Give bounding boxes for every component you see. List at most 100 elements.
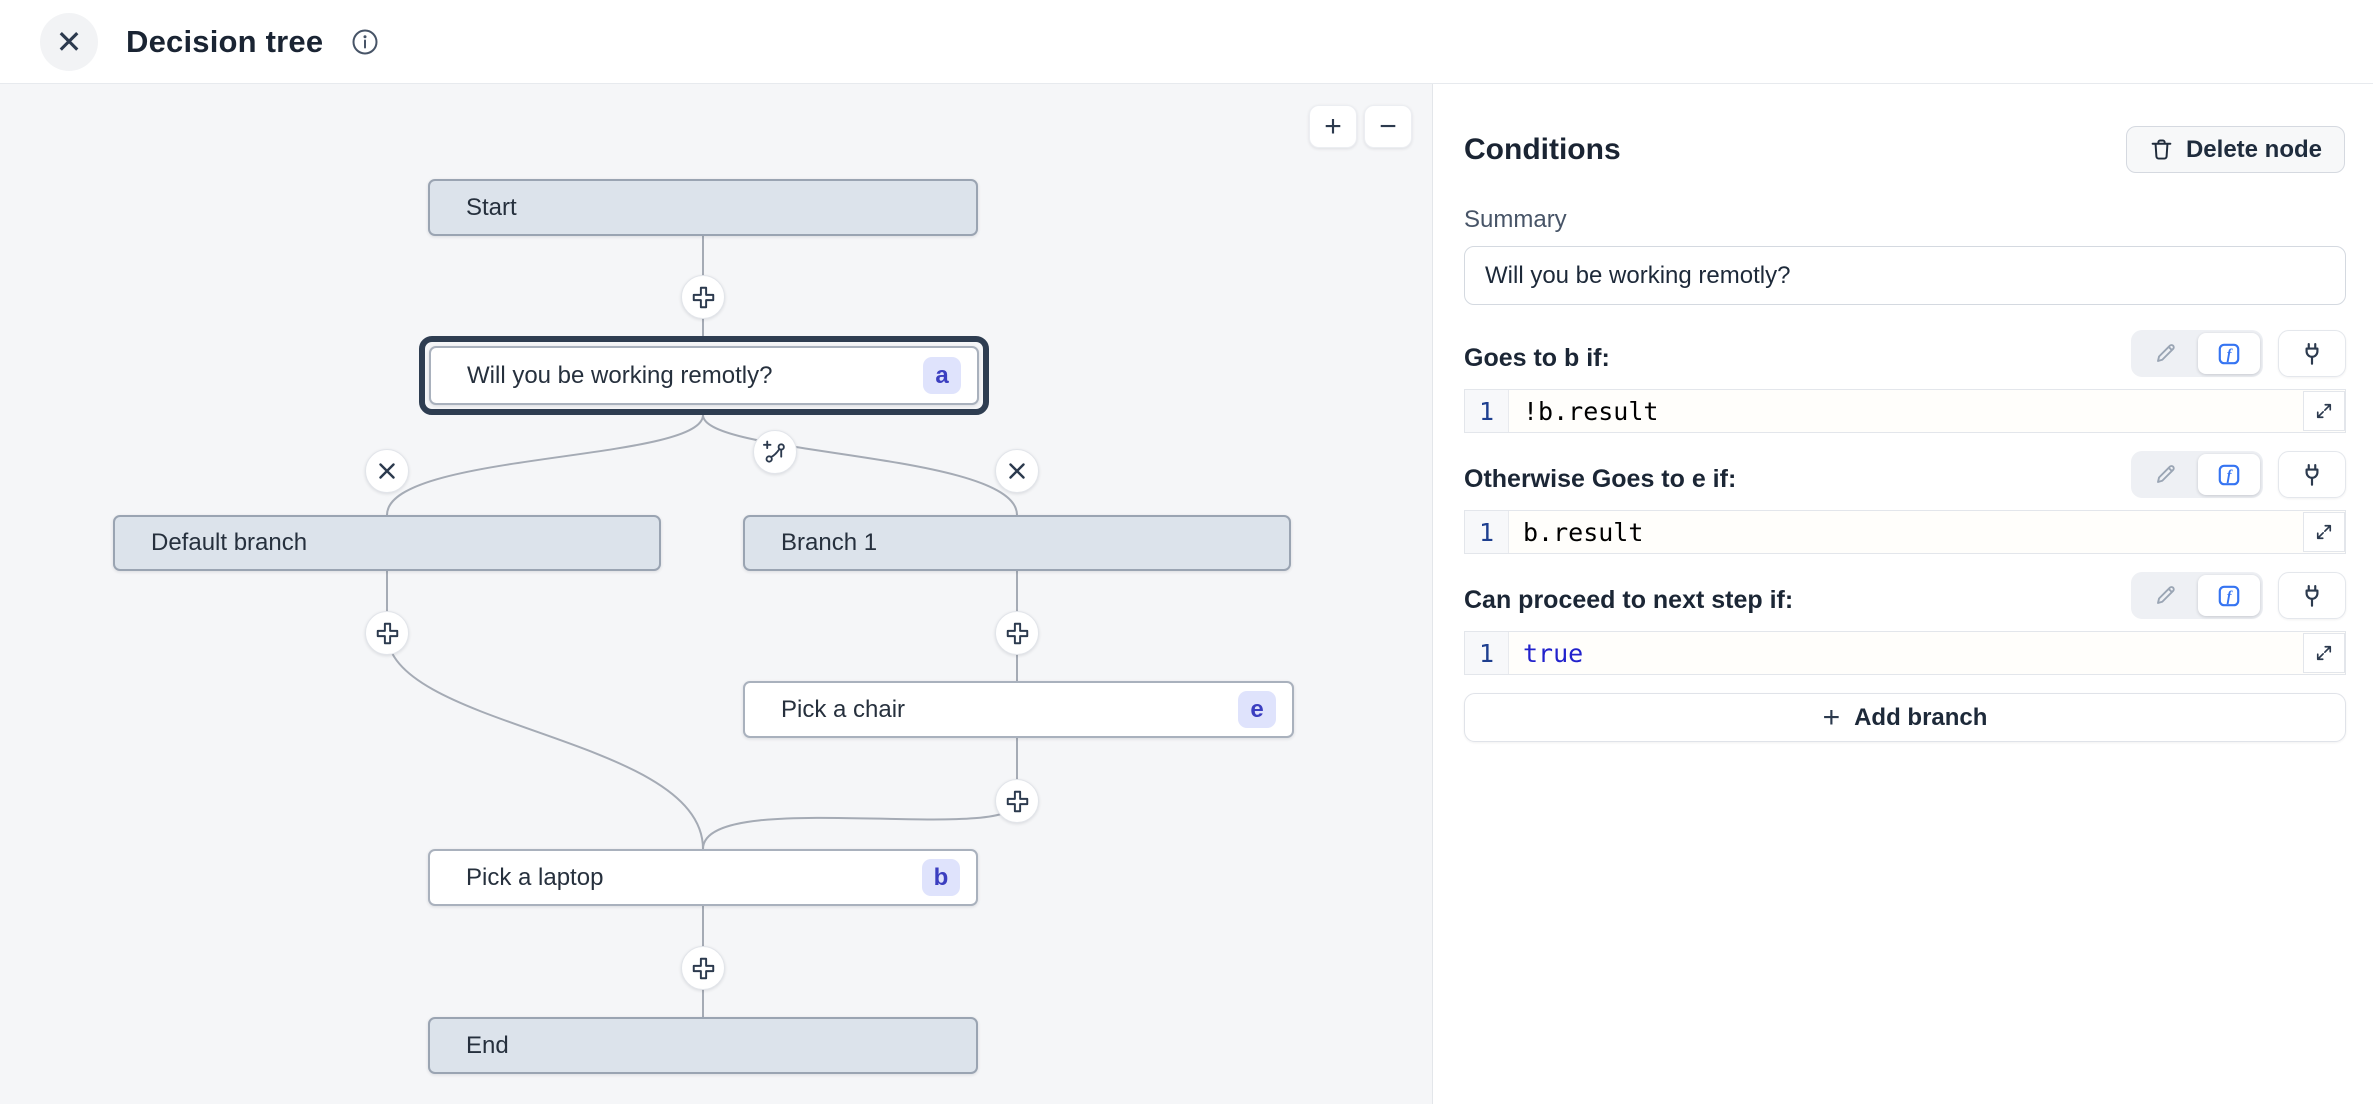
- node-pick-a-laptop[interactable]: Pick a laptop b: [428, 849, 978, 906]
- add-node-button[interactable]: [365, 611, 409, 655]
- node-label: End: [466, 1032, 960, 1060]
- trash-icon: [2149, 137, 2174, 162]
- code-text: true: [1523, 639, 1583, 668]
- add-branch-button[interactable]: + Add branch: [1464, 693, 2346, 742]
- editor-mode-toggle: f: [2131, 451, 2263, 498]
- node-badge: b: [922, 859, 960, 896]
- condition-label: Goes to b if:: [1464, 344, 1610, 377]
- plug-icon: [2299, 583, 2325, 609]
- condition-section-otherwise-goes-to-e: Otherwise Goes to e if: f: [1464, 451, 2346, 554]
- delete-node-label: Delete node: [2186, 136, 2322, 164]
- condition-label: Can proceed to next step if:: [1464, 586, 1793, 619]
- expand-editor-button[interactable]: [2303, 391, 2345, 431]
- add-node-button[interactable]: [995, 779, 1039, 823]
- insert-variable-button[interactable]: [2278, 330, 2346, 377]
- svg-text:f: f: [2227, 467, 2234, 483]
- node-label: Will you be working remotly?: [467, 362, 923, 390]
- edit-mode-button[interactable]: [2134, 333, 2196, 374]
- line-number: 1: [1465, 632, 1509, 674]
- insert-variable-button[interactable]: [2278, 451, 2346, 498]
- plus-outline-icon: [690, 955, 717, 982]
- expand-editor-button[interactable]: [2303, 633, 2345, 673]
- plus-outline-icon: [374, 620, 401, 647]
- decision-tree-canvas[interactable]: Start Will you be working remotly? a Def…: [0, 84, 1432, 1104]
- minus-icon: −: [1379, 110, 1397, 144]
- function-icon: f: [2216, 341, 2242, 367]
- condition-section-goes-to-b: Goes to b if: f: [1464, 330, 2346, 433]
- node-label: Branch 1: [781, 529, 1273, 557]
- delete-node-button[interactable]: Delete node: [2126, 126, 2345, 173]
- page-title: Decision tree: [126, 24, 323, 60]
- summary-input[interactable]: [1464, 246, 2346, 305]
- zoom-in-button[interactable]: +: [1309, 105, 1357, 148]
- delete-branch-right-button[interactable]: [995, 449, 1039, 493]
- delete-branch-left-button[interactable]: [365, 449, 409, 493]
- code-text: !b.result: [1523, 397, 1658, 426]
- plug-icon: [2299, 341, 2325, 367]
- add-node-button[interactable]: [995, 611, 1039, 655]
- node-default-branch[interactable]: Default branch: [113, 515, 661, 571]
- node-badge: e: [1238, 691, 1276, 728]
- summary-label: Summary: [1464, 206, 2345, 234]
- plus-outline-icon: [1004, 788, 1031, 815]
- close-icon: [377, 461, 397, 481]
- selected-node-ring: Will you be working remotly? a: [419, 336, 989, 415]
- node-label: Start: [466, 194, 960, 222]
- node-badge: a: [923, 357, 961, 394]
- close-button[interactable]: ✕: [40, 13, 98, 71]
- add-node-button[interactable]: [681, 275, 725, 319]
- expand-icon: [2314, 401, 2334, 421]
- formula-mode-button[interactable]: f: [2198, 333, 2260, 374]
- node-label: Pick a laptop: [466, 864, 922, 892]
- info-icon: [351, 28, 379, 56]
- function-icon: f: [2216, 583, 2242, 609]
- expand-icon: [2314, 643, 2334, 663]
- edit-mode-button[interactable]: [2134, 454, 2196, 495]
- edit-mode-button[interactable]: [2134, 575, 2196, 616]
- expand-icon: [2314, 522, 2334, 542]
- add-branch-label: Add branch: [1854, 704, 1987, 732]
- formula-mode-button[interactable]: f: [2198, 454, 2260, 495]
- plus-outline-icon: [1004, 620, 1031, 647]
- editor-mode-toggle: f: [2131, 572, 2263, 619]
- code-editor[interactable]: 1 true: [1464, 631, 2346, 675]
- plug-icon: [2299, 462, 2325, 488]
- node-end[interactable]: End: [428, 1017, 978, 1074]
- node-question[interactable]: Will you be working remotly? a: [429, 346, 979, 405]
- zoom-out-button[interactable]: −: [1364, 105, 1412, 148]
- plus-outline-icon: [690, 284, 717, 311]
- svg-text:f: f: [2227, 588, 2234, 604]
- plus-icon: +: [1324, 110, 1342, 144]
- node-label: Default branch: [151, 529, 643, 557]
- close-icon: [1007, 461, 1027, 481]
- editor-mode-toggle: f: [2131, 330, 2263, 377]
- condition-label: Otherwise Goes to e if:: [1464, 465, 1736, 498]
- code-text: b.result: [1523, 518, 1643, 547]
- formula-mode-button[interactable]: f: [2198, 575, 2260, 616]
- add-branch-split-button[interactable]: [753, 430, 797, 474]
- top-header: ✕ Decision tree: [0, 0, 2373, 84]
- code-editor[interactable]: 1 !b.result: [1464, 389, 2346, 433]
- panel-title: Conditions: [1464, 133, 1621, 167]
- branch-plus-icon: [761, 438, 789, 466]
- plus-icon: +: [1823, 701, 1841, 735]
- canvas-zoom-controls: + −: [1309, 105, 1412, 148]
- svg-text:f: f: [2227, 346, 2234, 362]
- code-editor[interactable]: 1 b.result: [1464, 510, 2346, 554]
- node-start[interactable]: Start: [428, 179, 978, 236]
- node-branch-1[interactable]: Branch 1: [743, 515, 1291, 571]
- close-icon: ✕: [56, 26, 83, 58]
- line-number: 1: [1465, 390, 1509, 432]
- condition-section-can-proceed: Can proceed to next step if: f: [1464, 572, 2346, 675]
- line-number: 1: [1465, 511, 1509, 553]
- pencil-icon: [2153, 462, 2178, 487]
- node-label: Pick a chair: [781, 696, 1238, 724]
- pencil-icon: [2153, 583, 2178, 608]
- conditions-panel: Conditions Delete node Summary Goes to b…: [1432, 84, 2373, 1104]
- node-pick-a-chair[interactable]: Pick a chair e: [743, 681, 1294, 738]
- insert-variable-button[interactable]: [2278, 572, 2346, 619]
- add-node-button[interactable]: [681, 946, 725, 990]
- function-icon: f: [2216, 462, 2242, 488]
- expand-editor-button[interactable]: [2303, 512, 2345, 552]
- pencil-icon: [2153, 341, 2178, 366]
